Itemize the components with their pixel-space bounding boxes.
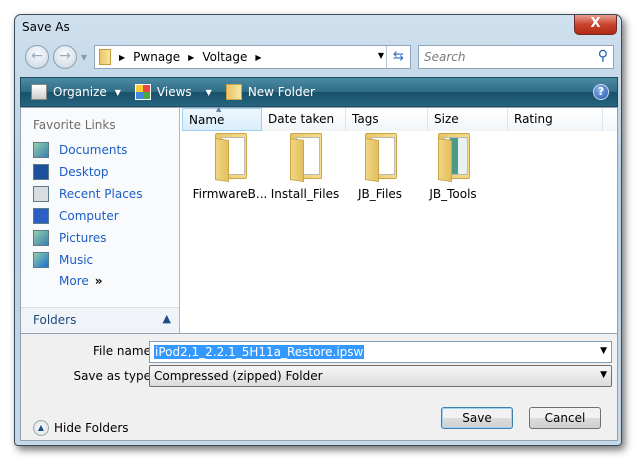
file-name-input[interactable]: iPod2,1_2.2.1_5H11a_Restore.ipsw ▼ [149,341,612,363]
chevron-down-icon[interactable]: ▼ [600,346,607,356]
sidebar-item-computer[interactable]: Computer [33,208,119,224]
breadcrumb-pwnage[interactable]: Pwnage [133,50,180,64]
recent-places-icon [33,186,49,202]
folder-icon [361,133,399,182]
sidebar-more-link[interactable]: More » [59,274,103,288]
folder-icon [99,49,111,65]
views-label: Views [156,85,192,99]
link-label: Pictures [59,231,107,245]
desktop-icon [33,164,49,180]
folder-item[interactable]: JB_Tools [413,133,493,201]
chevron-up-icon: ▲ [33,420,49,436]
folders-label: Folders [33,313,77,327]
column-name[interactable]: ▲ Name [182,105,262,131]
refresh-icon[interactable]: ⇆ [386,46,410,68]
forward-button[interactable]: → [53,45,77,69]
new-folder-icon [225,84,242,100]
sidebar-item-pictures[interactable]: Pictures [33,230,107,246]
close-button[interactable]: X [574,15,617,35]
save-button[interactable]: Save [441,407,513,429]
save-options-panel: File name: iPod2,1_2.2.1_5H11a_Restore.i… [20,334,618,441]
link-label: Recent Places [59,187,143,201]
back-button[interactable]: ← [25,45,49,69]
search-input[interactable]: Search ⚲ [418,45,614,69]
cancel-button[interactable]: Cancel [529,407,601,429]
search-placeholder: Search [424,50,466,64]
music-icon [33,252,49,268]
browser-pane: Favorite Links Documents Desktop Recent … [20,105,618,334]
folders-toggle[interactable]: Folders ▲ [21,307,179,333]
column-date-taken[interactable]: Date taken [262,108,346,131]
sort-ascending-icon: ▲ [216,105,222,113]
views-icon [134,84,151,100]
folder-item[interactable]: JB_Files [340,133,420,201]
column-label: Date taken [268,112,335,126]
toolbar: Organize ▼ Views ▼ New Folder ? [20,77,618,107]
column-filler [603,108,617,131]
folder-label: JB_Tools [429,187,477,201]
hide-folders-button[interactable]: ▲ Hide Folders [33,420,129,436]
views-button[interactable]: Views ▼ [134,84,212,100]
help-icon[interactable]: ? [593,84,609,100]
file-name-value: iPod2,1_2.2.1_5H11a_Restore.ipsw [154,345,365,359]
breadcrumb-voltage[interactable]: Voltage [202,50,247,64]
chevron-up-icon: ▲ [162,312,171,325]
address-bar[interactable]: ▶ Pwnage ▶ Voltage ▶ ▼ ⇆ [94,45,411,69]
folder-label: JB_Files [357,187,403,201]
breadcrumb-separator-icon[interactable]: ▶ [119,53,125,62]
computer-icon [33,208,49,224]
save-as-type-label: Save as type: [73,369,155,383]
navigation-pane: Favorite Links Documents Desktop Recent … [21,108,180,333]
folder-item[interactable]: FirmwareB... [190,133,270,201]
column-size[interactable]: Size [428,108,508,131]
address-dropdown-icon[interactable]: ▼ [378,51,384,60]
more-label: More [59,274,89,288]
folder-label: FirmwareB... [192,187,268,201]
file-name-label: File name: [93,344,155,358]
link-label: Music [59,253,94,267]
chevron-down-icon: ▼ [205,87,212,97]
save-as-type-value: Compressed (zipped) Folder [154,369,323,383]
column-label: Name [189,113,225,127]
breadcrumb-separator-icon[interactable]: ▶ [188,53,194,62]
chevron-down-icon: ▼ [600,370,607,380]
sidebar-item-recent-places[interactable]: Recent Places [33,186,142,202]
dialog-title: Save As [22,20,70,34]
pictures-icon [33,230,49,246]
folder-icon [211,133,249,182]
organize-label: Organize [53,85,107,99]
organize-icon [31,84,47,100]
save-as-type-select[interactable]: Compressed (zipped) Folder ▼ [149,365,612,387]
folder-label: Install_Files [270,187,340,201]
sidebar-item-desktop[interactable]: Desktop [33,164,109,180]
link-label: Desktop [59,165,109,179]
column-label: Tags [352,112,379,126]
sidebar-item-documents[interactable]: Documents [33,142,127,158]
sidebar-item-music[interactable]: Music [33,252,93,268]
breadcrumb-separator-icon[interactable]: ▶ [255,53,261,62]
hide-folders-label: Hide Folders [54,421,129,435]
new-folder-label: New Folder [247,85,315,99]
column-label: Size [434,112,459,126]
column-rating[interactable]: Rating [508,108,603,131]
chevron-down-icon: ▼ [114,87,121,97]
save-as-dialog: Save As X ← → ▼ ▶ Pwnage ▶ Voltage ▶ ▼ ⇆… [14,14,622,446]
history-dropdown-icon[interactable]: ▼ [81,53,87,62]
search-icon[interactable]: ⚲ [598,48,608,64]
folder-item[interactable]: Install_Files [265,133,345,201]
column-label: Rating [514,112,553,126]
link-label: Documents [59,143,128,157]
organize-button[interactable]: Organize ▼ [31,84,121,100]
double-chevron-icon: » [94,274,103,288]
column-tags[interactable]: Tags [346,108,428,131]
new-folder-button[interactable]: New Folder [225,84,315,100]
folder-icon [286,133,324,182]
column-headers: ▲ Name Date taken Tags Size Rating [182,105,617,131]
favorite-links-heading: Favorite Links [33,118,116,132]
link-label: Computer [59,209,119,223]
documents-icon [33,142,49,158]
folder-icon [434,133,472,182]
